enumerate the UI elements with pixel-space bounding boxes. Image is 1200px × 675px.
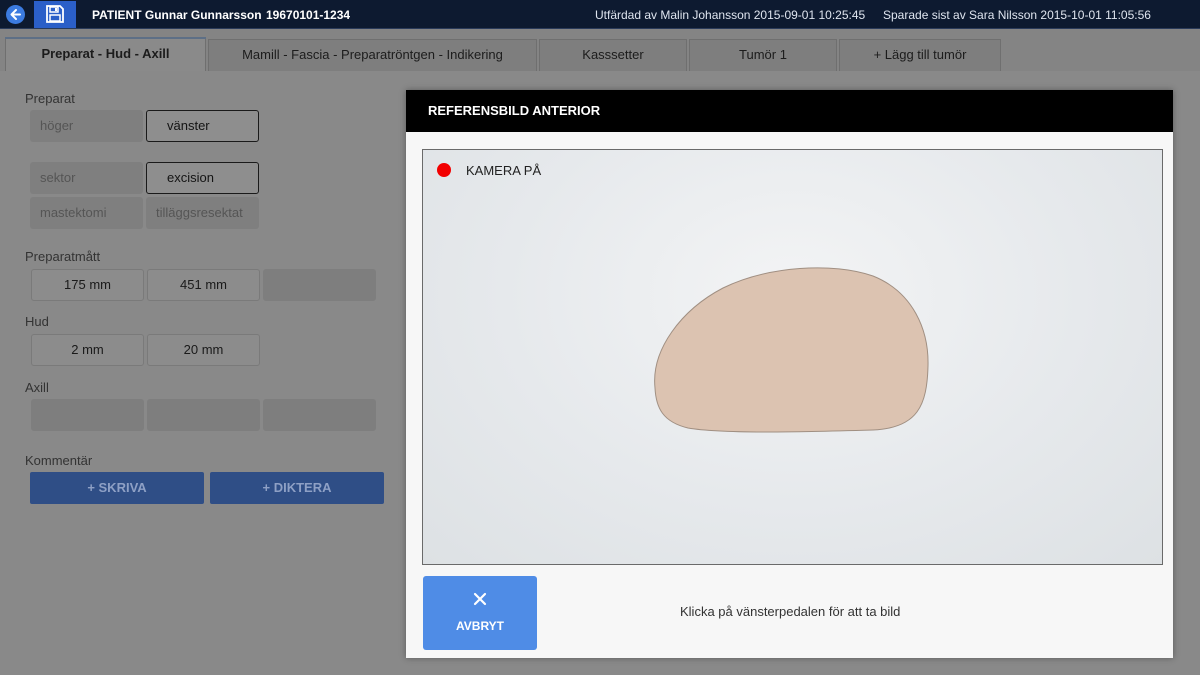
top-bar: PATIENT Gunnar Gunnarsson 19670101-1234 … [0, 0, 1200, 29]
type-mastektomi-option[interactable]: mastektomi [30, 197, 143, 229]
issued-info: Utfärdad av Malin Johansson 2015-09-01 1… [595, 8, 866, 22]
type-tillaggsresektat-option[interactable]: tilläggsresektat [146, 197, 259, 229]
camera-preview: KAMERA PÅ [422, 149, 1163, 565]
axill-field-1[interactable] [31, 399, 144, 431]
write-comment-button[interactable]: + SKRIVA [30, 472, 204, 504]
floppy-disk-icon [46, 5, 64, 23]
type-sektor-option[interactable]: sektor [30, 162, 143, 194]
specimen-outline [654, 267, 929, 433]
type-excision-option[interactable]: excision [146, 162, 259, 194]
record-dot-icon [437, 163, 451, 177]
preparatmatt-field-2[interactable]: 451 mm [147, 269, 260, 301]
preparatmatt-label: Preparatmått [25, 249, 101, 264]
tab-bar: Preparat - Hud - Axill Mamill - Fascia -… [0, 29, 1200, 71]
preparatmatt-field-3[interactable] [263, 269, 376, 301]
hud-label: Hud [25, 314, 49, 329]
patient-name: PATIENT Gunnar Gunnarsson [92, 8, 262, 22]
hud-field-2[interactable]: 20 mm [147, 334, 260, 366]
cancel-button[interactable]: AVBRYT [423, 576, 537, 650]
preparatmatt-field-1[interactable]: 175 mm [31, 269, 144, 301]
side-left-option[interactable]: vänster [146, 110, 259, 142]
preparat-label: Preparat [25, 91, 75, 106]
close-icon [473, 592, 487, 606]
tab-add-tumor[interactable]: + Lägg till tumör [839, 39, 1001, 71]
side-right-option[interactable]: höger [30, 110, 143, 142]
reference-image-dialog: REFERENSBILD ANTERIOR KAMERA PÅ AVBRYT K… [406, 90, 1173, 658]
tab-mamill-fascia[interactable]: Mamill - Fascia - Preparatröntgen - Indi… [208, 39, 537, 71]
arrow-left-icon [10, 9, 21, 20]
save-button[interactable] [34, 1, 76, 28]
dialog-title: REFERENSBILD ANTERIOR [406, 90, 1173, 132]
patient-id: 19670101-1234 [266, 8, 351, 22]
back-button[interactable] [6, 5, 25, 24]
dictate-comment-button[interactable]: + DIKTERA [210, 472, 384, 504]
tab-preparat-hud-axill[interactable]: Preparat - Hud - Axill [5, 37, 206, 71]
saved-info: Sparade sist av Sara Nilsson 2015-10-01 … [883, 8, 1151, 22]
kommentar-label: Kommentär [25, 453, 93, 468]
capture-hint: Klicka på vänsterpedalen för att ta bild [680, 604, 901, 619]
cancel-button-label: AVBRYT [456, 619, 504, 633]
tab-tumor-1[interactable]: Tumör 1 [689, 39, 837, 71]
camera-status-label: KAMERA PÅ [466, 163, 542, 178]
axill-field-2[interactable] [147, 399, 260, 431]
axill-label: Axill [25, 380, 49, 395]
tab-kassetter[interactable]: Kasssetter [539, 39, 687, 71]
hud-field-1[interactable]: 2 mm [31, 334, 144, 366]
axill-field-3[interactable] [263, 399, 376, 431]
